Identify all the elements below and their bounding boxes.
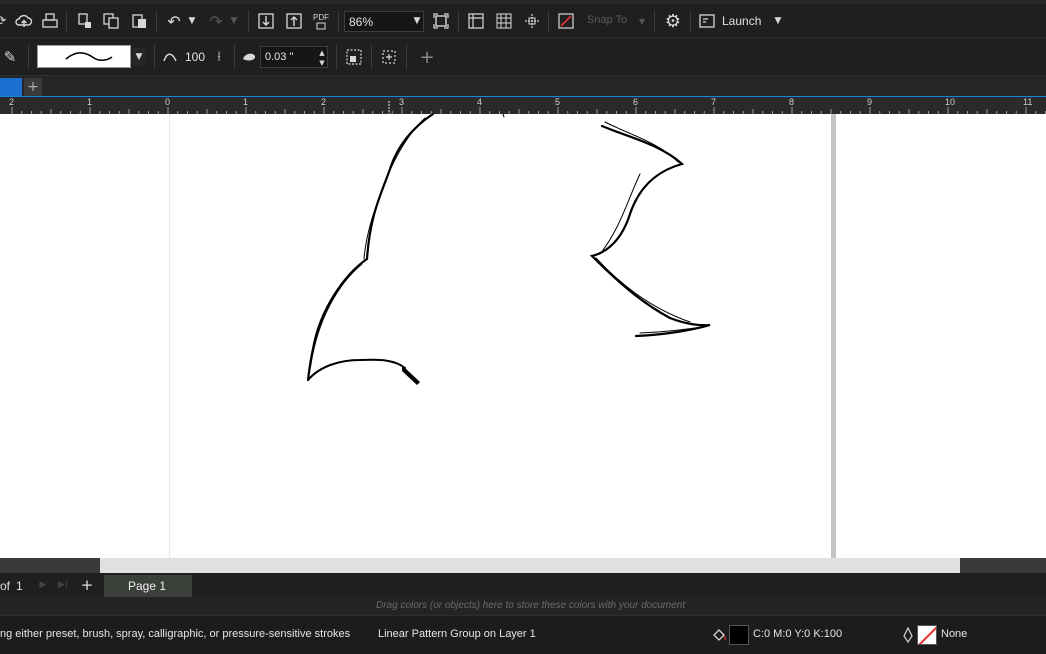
status-tool-hint: ng either preset, brush, spray, calligra… [0,628,351,640]
active-document-tab[interactable] [0,78,22,96]
fill-open-curves-icon[interactable] [343,46,365,68]
outline-color-swatch[interactable] [917,625,937,645]
ruler-label: 2 [9,97,15,107]
page-navigator: of 1 ▶ ▶| + Page 1 [0,573,1046,597]
page-tab-label: Page 1 [128,579,167,593]
left-wing-stroke-2 [363,117,426,260]
cut-icon[interactable] [76,11,94,31]
document-tab-row: + [0,76,1046,96]
stroke-preset-list[interactable] [37,45,131,68]
page-tab[interactable]: Page 1 [104,575,192,597]
stroke-preset-dropdown-icon[interactable]: ▼ [132,48,146,66]
rulers-icon[interactable] [466,11,486,31]
guidelines-icon[interactable] [522,11,542,31]
pencil-cursor-icon [402,365,420,385]
horizontal-ruler: 2 1 0 1 2 3 4 5 6 7 8 9 10 11 [0,96,1046,114]
page-count: 1 [16,579,23,593]
right-wing-stroke-3 [595,257,709,334]
smoothing-slider-icon[interactable]: ⟊ [210,47,228,67]
ruler-label: 4 [477,97,483,107]
status-bar: ng either preset, brush, spray, calligra… [0,615,1046,654]
undo-dropdown-icon[interactable]: ▼ [186,14,198,28]
export-icon[interactable] [284,11,304,31]
launch-dropdown-icon[interactable]: ▼ [772,14,784,28]
drawing-canvas[interactable] [0,114,1046,558]
ruler-label: 5 [555,97,561,107]
next-page-icon[interactable]: ▶ [36,578,50,592]
scroll-track-left [0,558,100,573]
print-icon[interactable] [40,11,60,31]
left-wing-stroke [306,114,435,382]
options-gear-icon[interactable]: ⚙ [662,10,684,32]
artistic-media-preset-icon[interactable]: ✎ [0,47,20,67]
last-page-icon[interactable]: ▶| [56,578,70,592]
add-property-icon[interactable]: + [416,46,438,68]
top-tick-stroke [502,114,505,118]
redo-icon: ↷ [209,11,223,31]
stroke-width-value: 0.03 " [265,51,294,63]
snap-to-label[interactable]: Snap To [587,14,627,26]
status-selection-info: Linear Pattern Group on Layer 1 [378,628,536,640]
redo-dropdown-icon: ▼ [230,16,238,26]
stroke-preset-preview [65,52,113,62]
horizontal-scrollbar[interactable] [0,558,1046,573]
ruler-label: 2 [321,97,327,107]
document-palette[interactable]: Drag colors (or objects) here to store t… [0,597,1046,615]
right-wing-stroke [589,124,711,338]
zoom-dropdown-icon[interactable]: ▼ [410,14,424,28]
snap-to-dropdown-icon[interactable]: ▼ [636,14,648,28]
scroll-thumb[interactable] [100,558,960,573]
launch-app-icon[interactable] [698,12,716,30]
paste-icon[interactable] [130,11,148,31]
stroke-width-icon [240,48,258,66]
fill-color-swatch[interactable] [729,625,749,645]
property-bar: ✎ ▼ 100 ⟊ 0.03 " ▲ ▼ + [0,38,1046,76]
ruler-label: 0 [165,97,171,107]
undo-icon[interactable]: ↶ [164,11,184,31]
standard-toolbar: ⟳ ↶ ▼ ↷ ▼ PDF 86% ▼ Snap To ▼ ⚙ Launch ▼ [0,4,1046,38]
snap-off-icon[interactable] [556,11,576,31]
ruler-label: 7 [711,97,717,107]
zoom-level-value: 86% [349,15,374,29]
ruler-label: 10 [945,97,956,107]
import-icon[interactable] [256,11,276,31]
fill-bucket-icon[interactable] [710,626,728,644]
upload-cloud-icon[interactable] [14,11,34,31]
ruler-label: 9 [867,97,873,107]
stroke-width-down-icon[interactable]: ▼ [317,58,327,67]
fill-color-value: C:0 M:0 Y:0 K:100 [753,628,843,640]
copy-icon[interactable] [102,11,120,31]
ruler-label: 6 [633,97,639,107]
outline-color-value: None [941,628,968,640]
right-wing-stroke-2 [599,121,679,255]
grid-icon[interactable] [494,11,514,31]
ruler-label: 3 [399,97,405,107]
stroke-width-field[interactable]: 0.03 " ▲ ▼ [260,46,328,68]
freehand-smoothing-icon [160,47,180,67]
document-palette-hint: Drag colors (or objects) here to store t… [376,600,686,611]
ruler-ticks [11,101,1046,114]
new-document-tab-icon[interactable]: + [24,78,42,96]
scroll-track-right [960,558,1046,573]
ruler-label: 1 [87,97,93,107]
page-of-label: of [0,579,11,593]
ruler-label: 1 [243,97,249,107]
stroke-width-up-icon[interactable]: ▲ [317,48,327,57]
bottom-curve-stroke [307,358,406,381]
ruler-label: 8 [789,97,795,107]
ruler-label: 11 [1023,97,1033,107]
zoom-to-page-icon[interactable] [431,11,451,31]
pdf-label: PDF [313,12,329,22]
artwork[interactable] [0,114,1046,558]
launch-button[interactable]: Launch [722,14,761,28]
open-icon[interactable]: ⟳ [0,12,8,30]
outline-pen-icon[interactable] [900,626,916,644]
smoothing-value[interactable]: 100 [185,50,205,64]
add-page-icon[interactable]: + [78,576,96,594]
publish-pdf-icon[interactable]: PDF [310,10,332,32]
bounding-box-icon[interactable] [378,46,400,68]
